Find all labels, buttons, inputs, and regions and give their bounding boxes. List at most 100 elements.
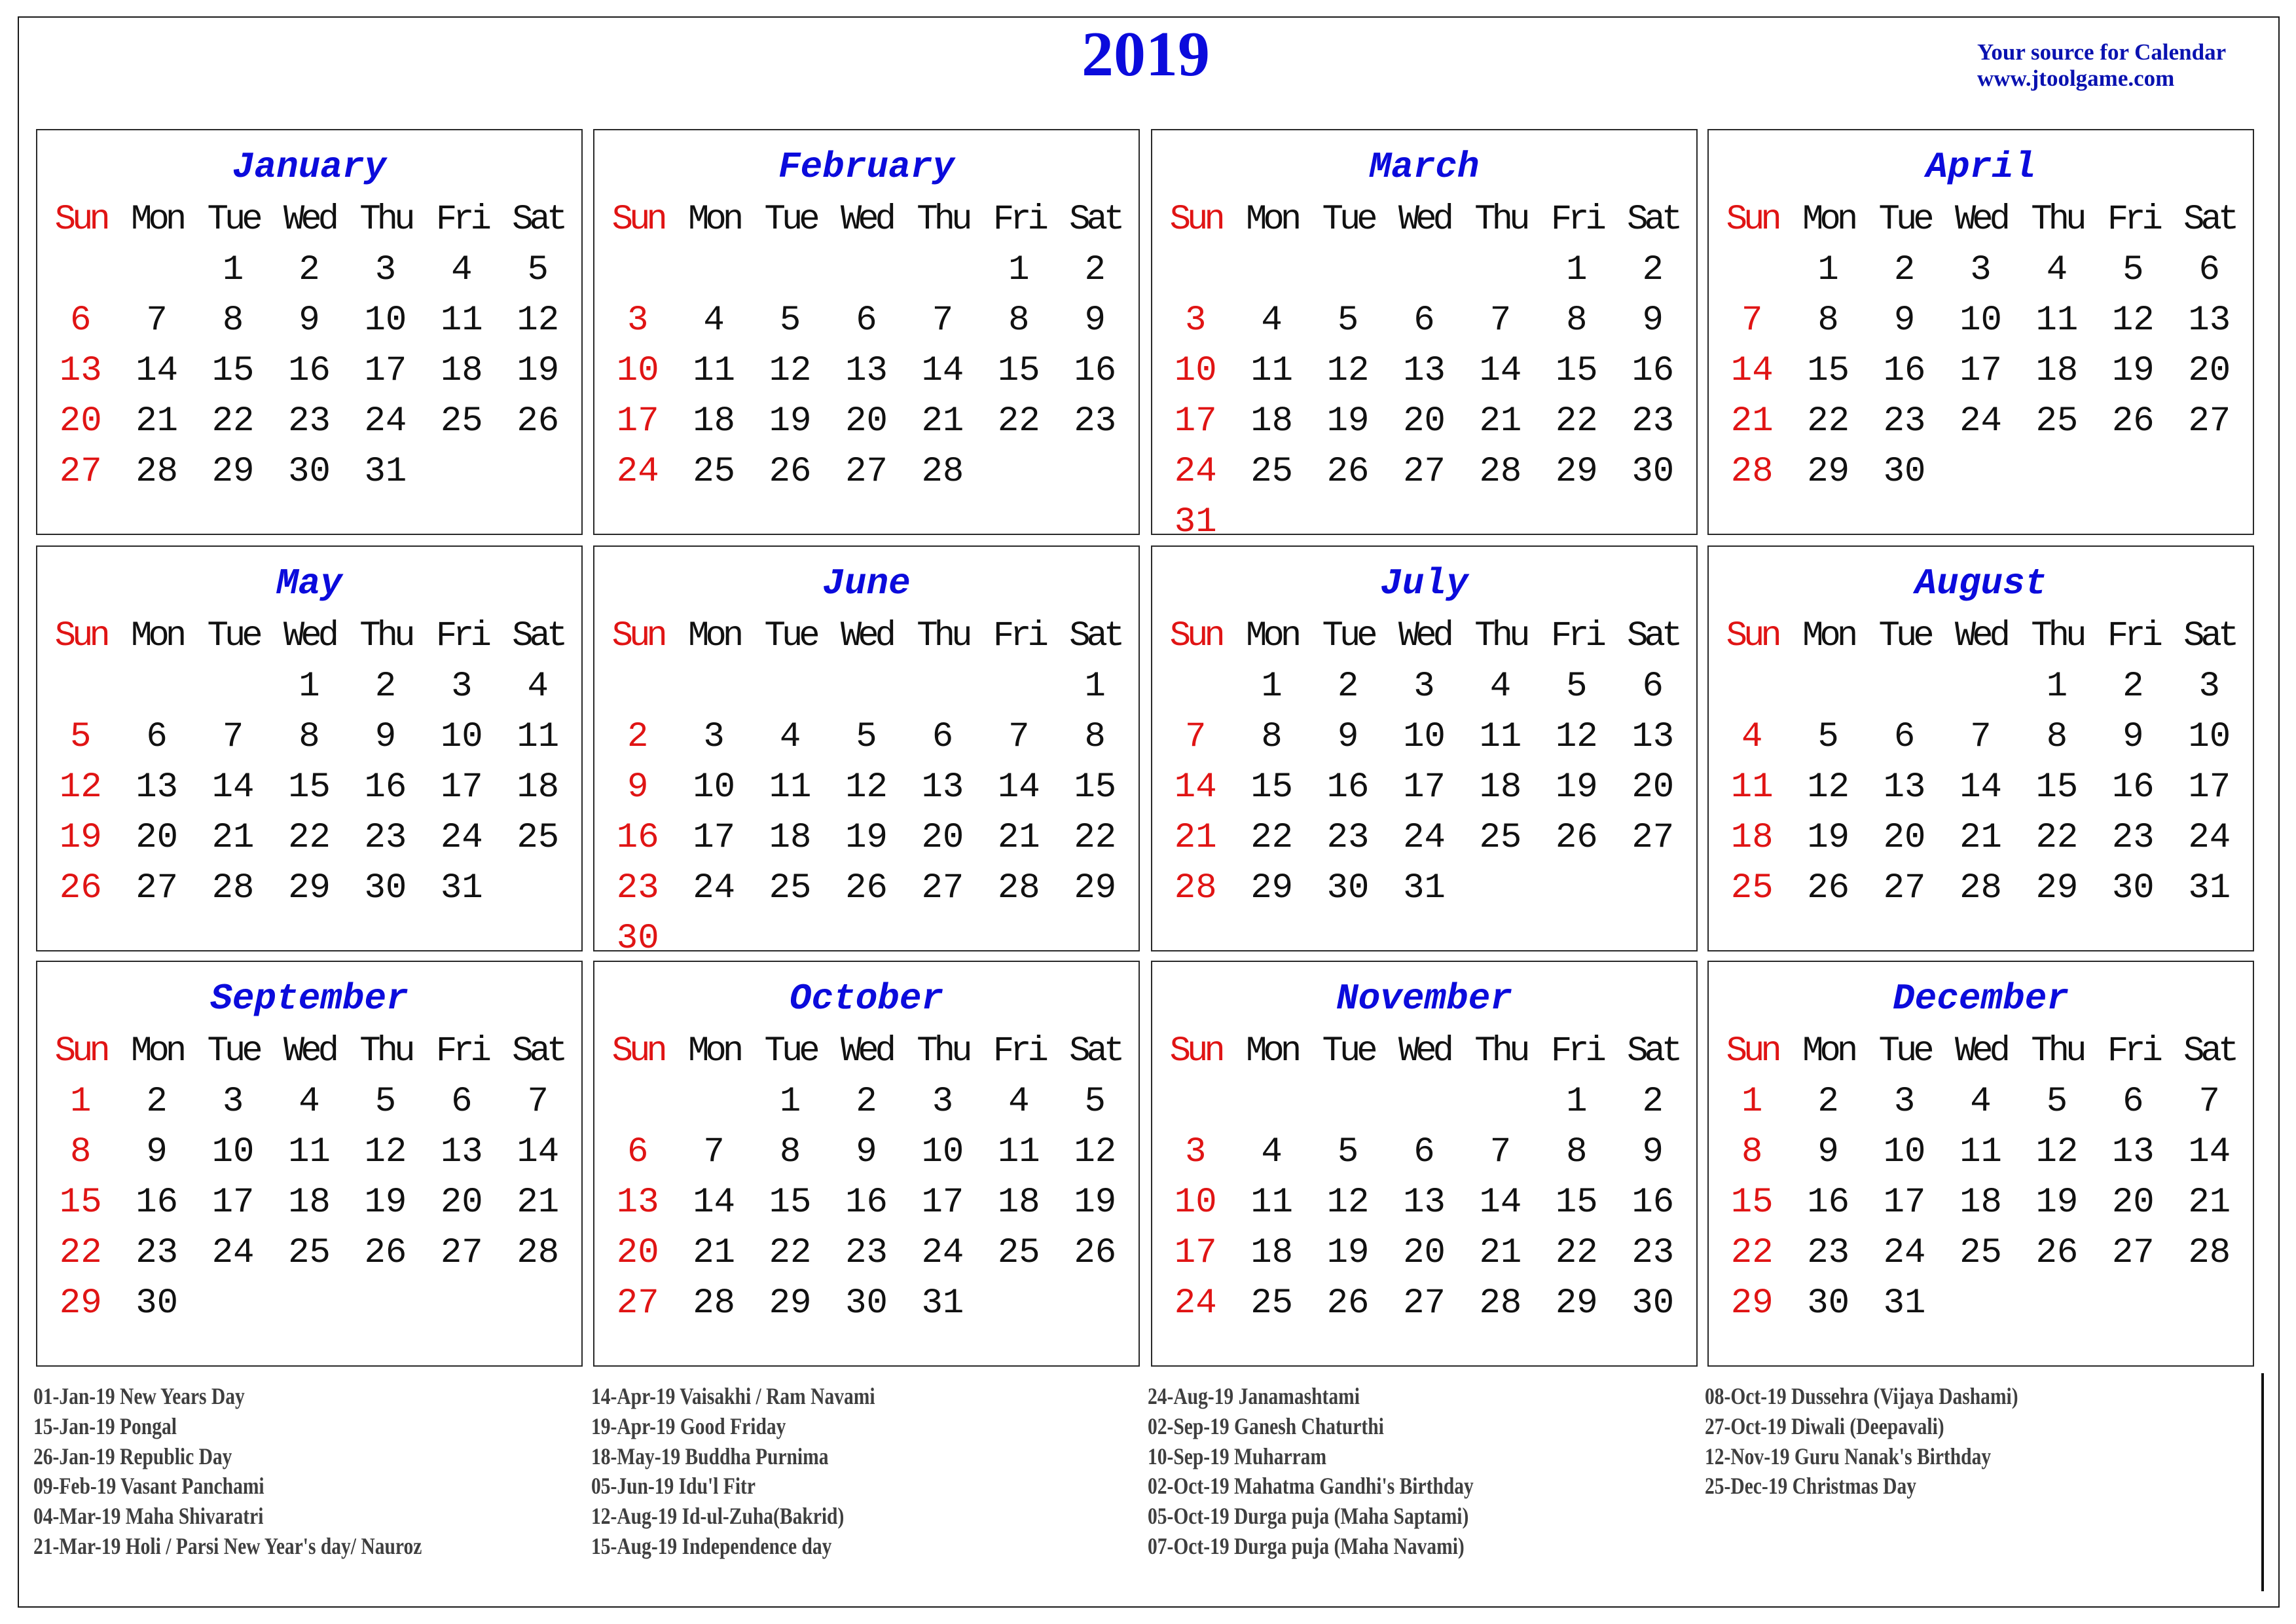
day-cell: 16 [845,1183,888,1223]
day-cell: 31 [1883,1283,1926,1323]
day-cell: 23 [1631,1233,1675,1273]
day-cell: 18 [1250,401,1294,441]
day-cell: 7 [222,717,244,757]
day-cell: 1 [779,1082,801,1122]
day-grid: Sun Mon Tue Wed Thu Fri Sat 1 2 3 4 5 6 7 8 9 10 11 12 13 14… [1714,194,2248,497]
day-cell: 17 [1959,351,2002,391]
day-cell: 9 [1642,1132,1664,1172]
day-cell: 24 [364,401,407,441]
day-cell: 9 [1642,301,1664,341]
week-row: 17 18 19 20 21 22 23 [1157,396,1691,447]
day-cell: 18 [288,1183,331,1223]
day-cell: 3 [1893,1082,1916,1122]
day-cell: 28 [211,868,255,908]
holiday-item: 04-Mar-19 Maha Shivaratri [33,1503,264,1530]
day-cell: 3 [1970,250,1992,290]
week-row: 12 [600,245,1133,295]
day-cell: 5 [856,717,877,757]
day-cell: 26 [769,452,812,492]
day-cell: 5 [70,717,92,757]
day-cell: 20 [59,401,102,441]
day-cell: 25 [997,1233,1040,1273]
weekday-header: Sun Mon Tue Wed Thu Fri Sat [1157,1026,1691,1077]
holiday-item: 01-Jan-19 New Years Day [33,1383,245,1409]
weekday-tue: Tue [1878,1031,1934,1071]
day-cell: 6 [1413,301,1435,341]
day-cell: 11 [1730,767,1774,807]
week-row: 13 14 15 16 17 18 19 [43,346,576,396]
weekday-header: Sun Mon Tue Wed Thu Fri Sat [600,194,1133,245]
weekday-mon: Mon [688,616,744,656]
week-row: 1 2 3 4 5 6 7 [1714,1077,2248,1127]
month-title: December [1893,978,2069,1020]
day-cell: 11 [997,1132,1040,1172]
website-link[interactable]: www.jtoolgame.com [1977,65,2272,92]
day-cell: 23 [1631,401,1675,441]
day-cell: 15 [211,351,255,391]
day-cell: 7 [1008,717,1030,757]
day-cell: 26 [845,868,888,908]
day-cell: 6 [70,301,92,341]
weekday-wed: Wed [1954,200,2011,240]
day-cell: 4 [1261,301,1283,341]
day-cell: 19 [1807,818,1850,858]
day-cell: 3 [374,250,397,290]
day-cell: 4 [451,250,473,290]
week-row: 6 7 8 9 10 11 12 [43,295,576,346]
weekday-sat: Sat [2183,200,2239,240]
weekday-thu: Thu [2031,616,2086,656]
day-cell: 20 [1403,1233,1446,1273]
month-october: October Sun Mon Tue Wed Thu Fri Sat 1 2 3 4 5 6 7 8 9 10 1… [593,961,1140,1367]
day-cell: 19 [1326,1233,1370,1273]
day-cell: 20 [2111,1183,2155,1223]
holiday-item: 12-Nov-19 Guru Nanak's Birthday [1705,1443,1992,1469]
day-cell: 22 [1555,401,1598,441]
day-cell: 17 [693,818,736,858]
day-cell: 16 [1074,351,1117,391]
day-cell: 21 [1730,401,1774,441]
day-cell: 6 [856,301,877,341]
day-cell: 7 [932,301,954,341]
day-grid: Sun Mon Tue Wed Thu Fri Sat 1 2 3 4 5 6 7 8 9 10 11 12 13 14… [1714,1026,2248,1329]
day-cell: 19 [845,818,888,858]
day-cell: 10 [440,717,483,757]
day-cell: 8 [1008,301,1030,341]
day-cell: 10 [2188,717,2231,757]
day-cell: 8 [70,1132,92,1172]
weekday-mon: Mon [131,200,187,240]
day-cell: 25 [2035,401,2079,441]
day-cell: 5 [527,250,549,290]
day-cell: 4 [1261,1132,1283,1172]
weekday-fri: Fri [1550,1031,1607,1071]
day-cell: 12 [769,351,812,391]
weekday-mon: Mon [1246,200,1302,240]
day-cell: 17 [211,1183,255,1223]
month-april: April Sun Mon Tue Wed Thu Fri Sat 1 2 3 4 5 6 7 8 9 10 11 1… [1707,129,2254,535]
day-cell: 26 [59,868,102,908]
day-cell: 16 [364,767,407,807]
day-cell: 30 [288,452,331,492]
day-cell: 20 [921,818,964,858]
holiday-column: 24-Aug-19 Janamashtami 02-Sep-19 Ganesh C… [1148,1382,1545,1562]
week-row: 7 8 9 10 11 12 13 [1157,712,1691,762]
day-cell: 26 [1555,818,1598,858]
weekday-fri: Fri [435,200,492,240]
day-cell: 17 [1403,767,1446,807]
weekday-fri: Fri [1550,200,1607,240]
month-march: March Sun Mon Tue Wed Thu Fri Sat 1 2 3 4 5 6 7 8 9 10 11 1… [1151,129,1698,542]
day-cell: 25 [1959,1233,2002,1273]
day-cell: 18 [440,351,483,391]
week-row: 12 [1157,1077,1691,1127]
day-cell: 13 [1883,767,1926,807]
weekday-header: Sun Mon Tue Wed Thu Fri Sat [1714,611,2248,661]
day-cell: 5 [779,301,801,341]
week-row: 13 14 15 16 17 18 19 [600,1177,1133,1228]
day-cell: 6 [1642,667,1664,707]
day-cell: 26 [517,401,560,441]
day-cell: 8 [1261,717,1283,757]
day-cell: 15 [1555,351,1598,391]
day-cell: 3 [932,1082,954,1122]
week-row: 14 15 16 17 18 19 20 [1714,346,2248,396]
day-cell: 17 [921,1183,964,1223]
day-cell: 13 [1631,717,1675,757]
